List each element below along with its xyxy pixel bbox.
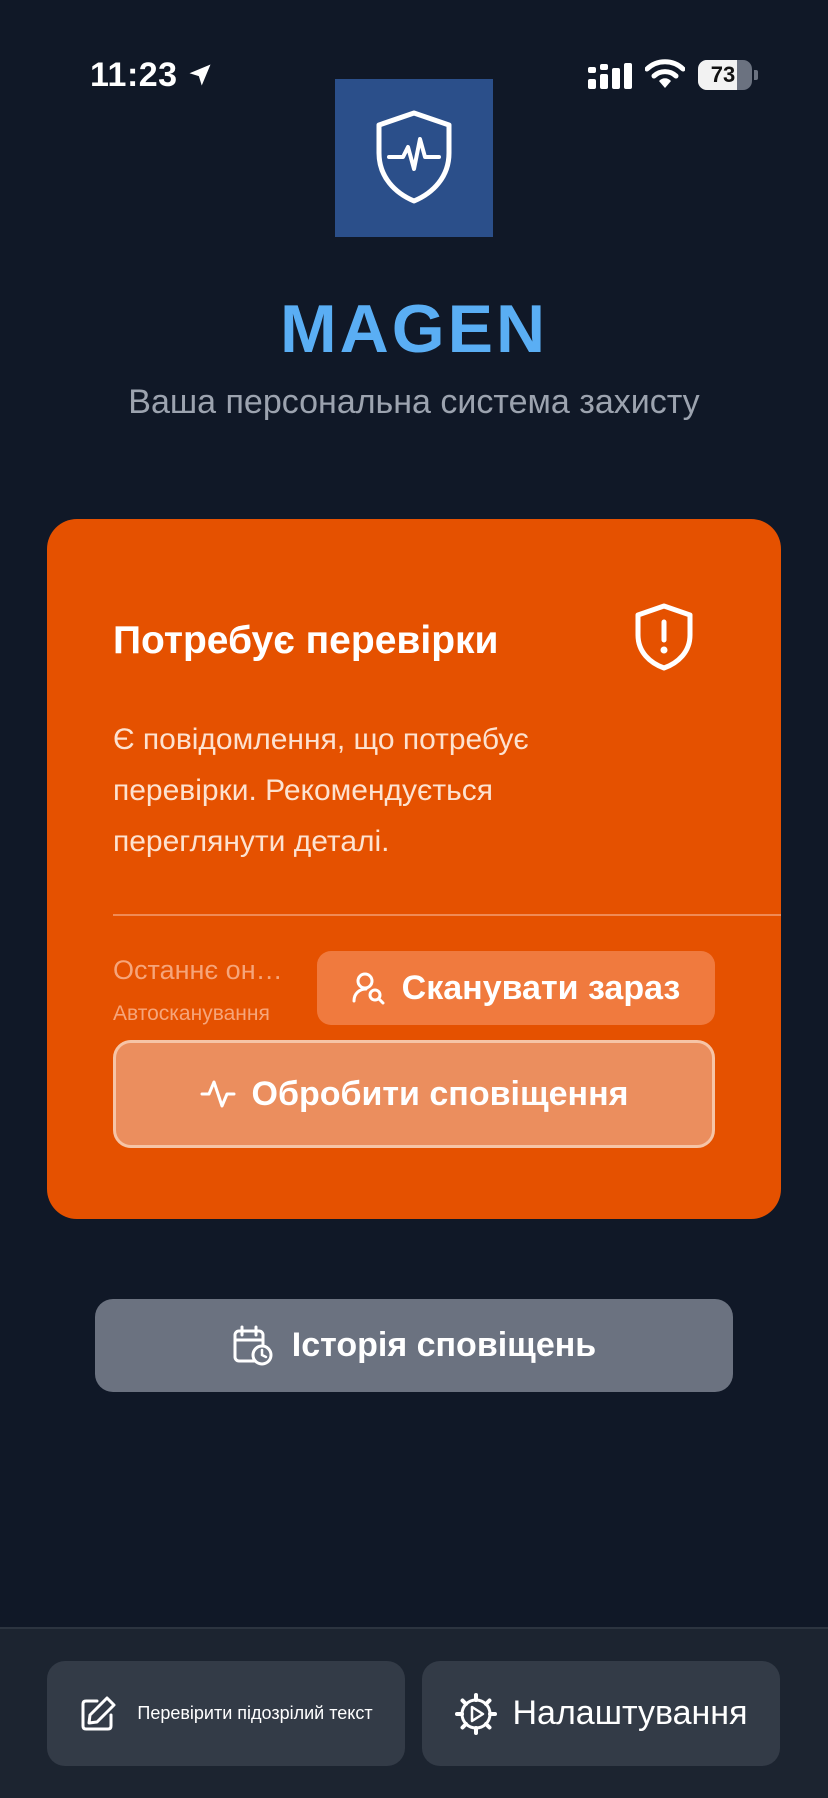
scan-now-label: Сканувати зараз [401,968,681,1007]
edit-icon [81,1696,116,1730]
card-divider [113,914,781,916]
settings-label: Налаштування [512,1694,748,1732]
scan-now-button[interactable]: Сканувати зараз [317,951,715,1025]
wifi-icon [645,59,685,88]
status-time: 11:23 [90,56,178,94]
process-notification-label: Обробити сповіщення [251,1074,629,1113]
check-suspicious-text-button[interactable]: Перевірити підозрілий текст [47,1661,405,1766]
user-search-icon [352,972,385,1005]
calendar-clock-icon [233,1325,273,1365]
app-logo [335,79,493,237]
gear-icon [454,1692,497,1735]
check-suspicious-text-label: Перевірити підозрілий текст [137,1703,373,1723]
status-description: Є повідомлення, що потребує перевірки. Р… [113,723,529,858]
shield-alert-icon [635,603,693,671]
battery-indicator: 73 [698,60,758,90]
process-notification-button[interactable]: Обробити сповіщення [113,1040,715,1148]
battery-percentage: 73 [710,62,736,87]
app-screen: 11:23 73 MAGEN Ваша персональна система … [0,0,828,1798]
cellular-signal-icon [588,63,632,89]
last-scan-label: Останнє оновлення [113,955,283,985]
status-title: Потребує перевірки [113,619,499,662]
app-subtitle: Ваша персональна система захисту [128,383,700,421]
activity-pulse-icon [200,1080,236,1108]
notification-history-button[interactable]: Історія сповіщень [95,1299,733,1392]
location-arrow-icon [189,64,211,86]
shield-pulse-icon [376,110,452,204]
settings-button[interactable]: Налаштування [422,1661,780,1766]
status-card: Потребує перевірки Є повідомлення, що по… [47,519,781,1219]
app-title: MAGEN [279,291,549,367]
notification-history-label: Історія сповіщень [291,1326,597,1364]
auto-scan-label: Автосканування [113,1002,270,1025]
bottom-action-bar: Перевірити підозрілий текст Налаштування [0,1627,828,1798]
